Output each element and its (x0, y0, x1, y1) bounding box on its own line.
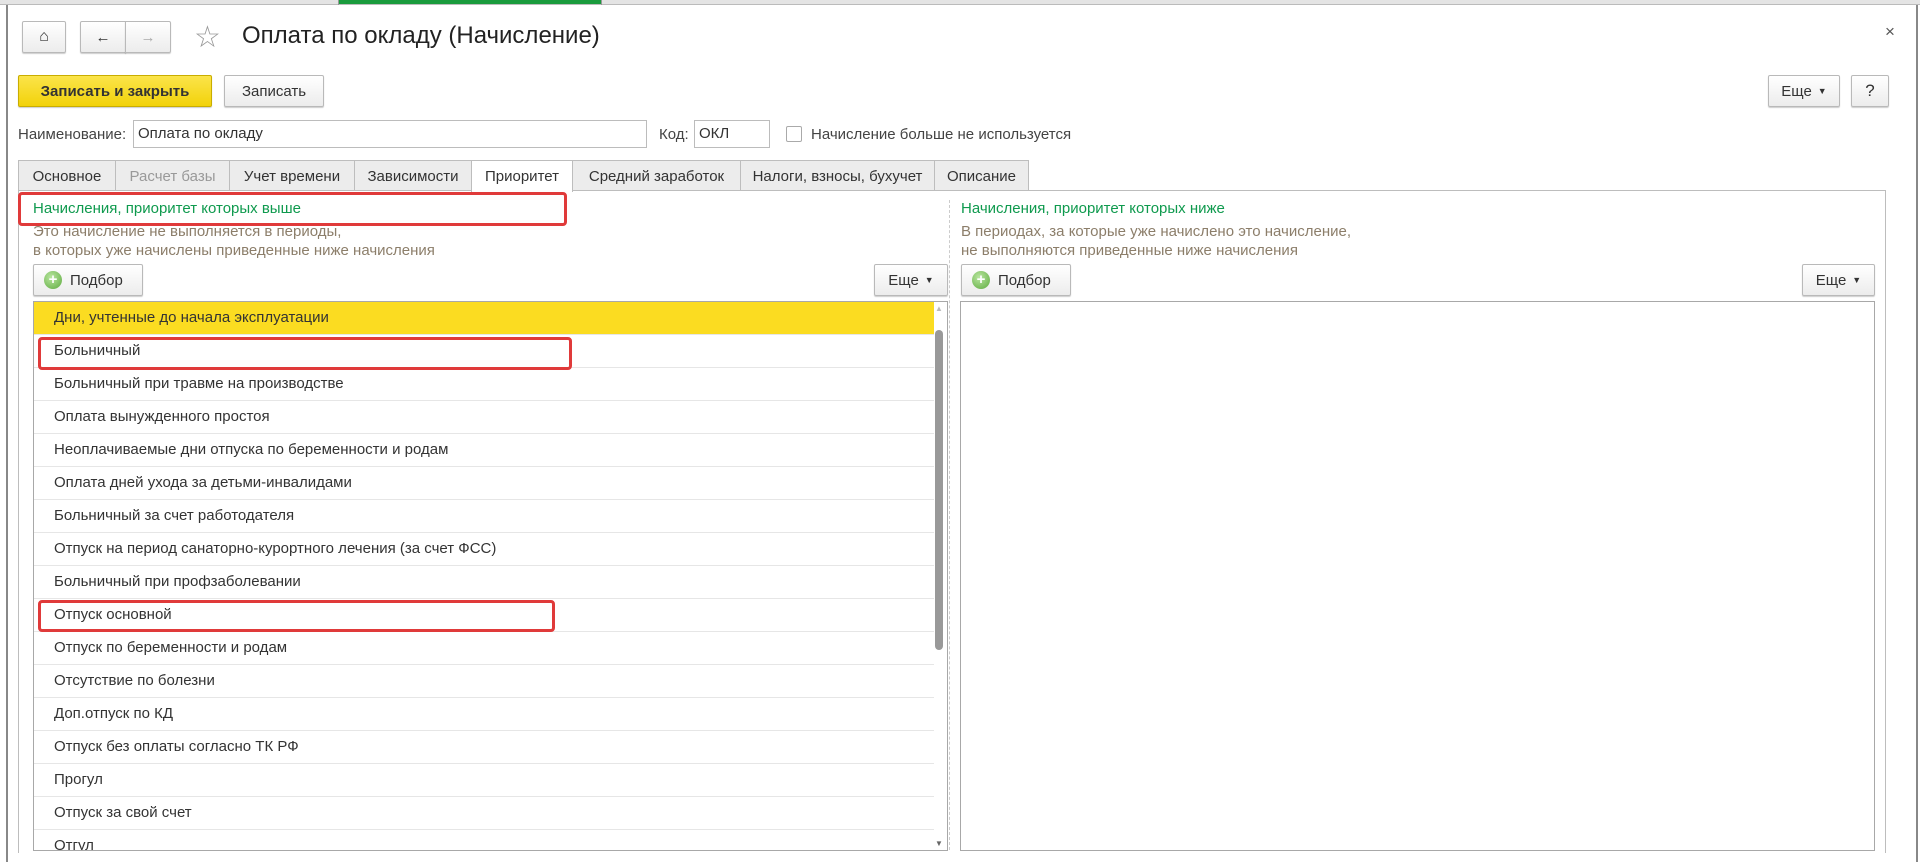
home-button[interactable]: ⌂ (22, 21, 66, 53)
list-item[interactable]: Больничный при профзаболевании (34, 566, 934, 599)
list-item[interactable]: Больничный при травме на производстве (34, 368, 934, 401)
list-item[interactable]: Отпуск основной (34, 599, 934, 632)
arrow-right-icon: → (140, 28, 156, 46)
list-scrollbar[interactable]: ▲ ▼ (933, 302, 945, 850)
right-more-button[interactable]: Еще ▼ (1802, 264, 1875, 296)
chevron-down-icon: ▼ (1817, 86, 1827, 96)
help-button[interactable]: ? (1851, 75, 1889, 107)
chevron-down-icon: ▼ (1852, 275, 1862, 285)
higher-priority-list: Дни, учтенные до начала эксплуатации Боль… (33, 301, 948, 851)
list-item[interactable]: Оплата дней ухода за детьми-инвалидами (34, 467, 934, 500)
active-app-tab[interactable] (339, 0, 601, 4)
lower-priority-header: Начисления, приоритет которых ниже (961, 200, 1225, 217)
tab-main[interactable]: Основное (18, 160, 116, 191)
arrow-left-icon: ← (95, 28, 111, 46)
tab-priority[interactable]: Приоритет (471, 160, 573, 192)
scroll-thumb[interactable] (935, 330, 943, 650)
close-icon[interactable]: × (1885, 22, 1895, 42)
lower-priority-desc-2: не выполняются приведенные ниже начислен… (961, 242, 1298, 259)
higher-priority-header: Начисления, приоритет которых выше (33, 200, 301, 217)
window-title: Оплата по окладу (Начисление) (242, 22, 600, 49)
lower-priority-list (960, 301, 1875, 851)
back-button[interactable]: ← (80, 21, 126, 53)
scroll-up-icon[interactable]: ▲ (935, 304, 943, 313)
list-item[interactable]: Отсутствие по болезни (34, 665, 934, 698)
chevron-down-icon: ▼ (924, 275, 934, 285)
right-pick-button[interactable]: + Подбор (961, 264, 1071, 296)
list-item[interactable]: Отгул (34, 830, 934, 850)
code-label: Код: (659, 126, 689, 143)
tab-time-tracking[interactable]: Учет времени (229, 160, 355, 191)
tab-taxes[interactable]: Налоги, взносы, бухучет (740, 160, 935, 191)
list-item[interactable]: Оплата вынужденного простоя (34, 401, 934, 434)
tab-description[interactable]: Описание (934, 160, 1029, 191)
unused-checkbox[interactable] (786, 126, 802, 142)
list-item[interactable]: Доп.отпуск по КД (34, 698, 934, 731)
lower-priority-desc-1: В периодах, за которые уже начислено это… (961, 223, 1351, 240)
more-button[interactable]: Еще ▼ (1768, 75, 1840, 107)
left-more-button[interactable]: Еще ▼ (874, 264, 948, 296)
list-item[interactable]: Прогул (34, 764, 934, 797)
save-and-close-button[interactable]: Записать и закрыть (18, 75, 212, 107)
list-item[interactable]: Отпуск без оплаты согласно ТК РФ (34, 731, 934, 764)
code-input[interactable]: ОКЛ (694, 120, 770, 148)
plus-icon: + (44, 271, 62, 289)
list-item[interactable]: Отпуск за свой счет (34, 797, 934, 830)
name-label: Наименование: (18, 126, 127, 143)
list-item[interactable]: Отпуск на период санаторно-курортного ле… (34, 533, 934, 566)
tab-dependencies[interactable]: Зависимости (354, 160, 472, 191)
more-label: Еще (888, 271, 919, 289)
home-icon: ⌂ (39, 28, 49, 45)
pick-label: Подбор (70, 271, 123, 289)
scroll-down-icon[interactable]: ▼ (935, 839, 943, 848)
higher-priority-desc-2: в которых уже начислены приведенные ниже… (33, 242, 435, 259)
plus-icon: + (972, 271, 990, 289)
tab-base-calc[interactable]: Расчет базы (115, 160, 230, 191)
more-label: Еще (1781, 82, 1812, 100)
list-item[interactable]: Дни, учтенные до начала эксплуатации (34, 302, 934, 335)
list-item[interactable]: Отпуск по беременности и родам (34, 632, 934, 665)
more-label: Еще (1815, 271, 1847, 289)
list-item[interactable]: Неоплачиваемые дни отпуска по беременнос… (34, 434, 934, 467)
name-input[interactable]: Оплата по окладу (133, 120, 647, 148)
higher-priority-desc-1: Это начисление не выполняется в периоды, (33, 223, 342, 240)
list-item[interactable]: Больничный (34, 335, 934, 368)
left-pick-button[interactable]: + Подбор (33, 264, 143, 296)
tab-average-earnings[interactable]: Средний заработок (572, 160, 741, 191)
list-item[interactable]: Больничный за счет работодателя (34, 500, 934, 533)
save-button[interactable]: Записать (224, 75, 324, 107)
pick-label: Подбор (998, 271, 1051, 289)
forward-button[interactable]: → (125, 21, 171, 53)
star-icon[interactable]: ☆ (194, 20, 221, 55)
panel-divider (949, 200, 950, 850)
unused-label[interactable]: Начисление больше не используется (811, 126, 1071, 143)
